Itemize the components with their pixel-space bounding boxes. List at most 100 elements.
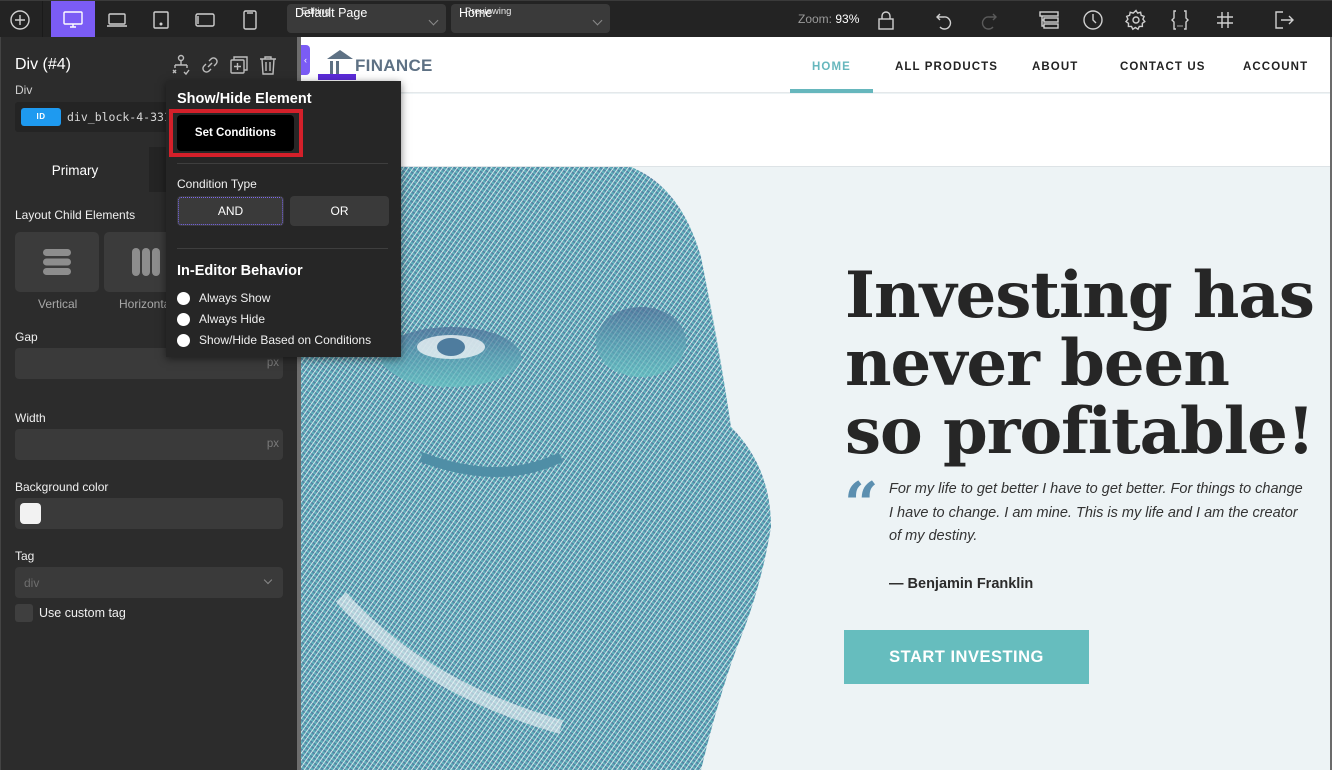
custom-tag-checkbox[interactable] bbox=[15, 604, 33, 622]
editing-page-select[interactable]: Editing Default Page bbox=[287, 4, 446, 33]
history-button[interactable] bbox=[1073, 1, 1113, 38]
previewing-label: Previewing bbox=[465, 6, 512, 17]
code-button[interactable] bbox=[1160, 1, 1200, 38]
toolbar-divider bbox=[42, 1, 43, 38]
header-spacer bbox=[301, 94, 1332, 167]
lock-button[interactable] bbox=[866, 1, 906, 38]
headline-line: so profitable! bbox=[845, 394, 1315, 469]
collapse-panel-button[interactable]: ‹ bbox=[301, 45, 310, 75]
site-logo[interactable]: FINANCE bbox=[325, 49, 433, 75]
page-canvas[interactable]: FINANCE HOME ALL PRODUCTS ABOUT CONTACT … bbox=[301, 37, 1332, 770]
tag-select[interactable]: div bbox=[15, 567, 283, 598]
link-button[interactable] bbox=[200, 54, 220, 76]
tablet-icon bbox=[153, 10, 169, 29]
monitor-icon bbox=[63, 10, 83, 28]
chevron-down-icon bbox=[263, 575, 273, 585]
condition-or-button[interactable]: OR bbox=[290, 196, 389, 226]
radio-button[interactable] bbox=[177, 312, 190, 326]
background-color-label: Background color bbox=[15, 480, 109, 494]
link-icon bbox=[202, 57, 218, 73]
bank-building-icon bbox=[327, 50, 353, 74]
show-hide-conditions-button[interactable] bbox=[171, 54, 191, 76]
settings-button[interactable] bbox=[1116, 1, 1156, 38]
settings-icon bbox=[1125, 8, 1146, 30]
quote-author: — Benjamin Franklin bbox=[889, 576, 1034, 592]
radio-label: Always Show bbox=[199, 291, 271, 305]
tab-primary[interactable]: Primary bbox=[1, 147, 149, 192]
structure-icon bbox=[172, 54, 190, 76]
history-icon bbox=[1083, 9, 1103, 30]
code-icon bbox=[1171, 9, 1189, 30]
layout-vertical-label: Vertical bbox=[38, 297, 78, 311]
phone-landscape-icon bbox=[195, 12, 215, 27]
tag-value: div bbox=[24, 576, 40, 590]
device-mobile-button[interactable] bbox=[230, 1, 270, 38]
delete-button[interactable] bbox=[258, 54, 278, 76]
element-id-field[interactable]: ID div_block-4-331 bbox=[15, 102, 175, 132]
zoom-label: Zoom: bbox=[798, 12, 833, 26]
horizontal-layout-icon bbox=[132, 248, 160, 276]
radio-always-hide[interactable]: Always Hide bbox=[177, 312, 265, 326]
headline-line: Investing has bbox=[845, 258, 1315, 333]
lock-icon bbox=[878, 10, 894, 30]
hero-quote: For my life to get better I have to get … bbox=[889, 481, 1303, 544]
nav-account[interactable]: ACCOUNT bbox=[1243, 61, 1308, 73]
tag-label: Tag bbox=[15, 549, 35, 563]
hero-headline: Investing has never been so profitable! bbox=[845, 258, 1315, 469]
radio-always-show[interactable]: Always Show bbox=[177, 291, 270, 305]
device-laptop-button[interactable] bbox=[97, 1, 137, 38]
previewing-page-select[interactable]: Previewing Home bbox=[451, 4, 610, 33]
nav-all-products[interactable]: ALL PRODUCTS bbox=[895, 61, 998, 73]
popover-title: Show/Hide Element bbox=[177, 91, 312, 107]
duplicate-button[interactable] bbox=[229, 54, 249, 76]
custom-tag-label: Use custom tag bbox=[39, 606, 126, 620]
layout-horizontal-label: Horizontal bbox=[119, 297, 174, 311]
color-swatch[interactable] bbox=[20, 503, 41, 524]
plus-circle-icon bbox=[10, 9, 30, 30]
radio-button[interactable] bbox=[177, 333, 190, 347]
nav-home[interactable]: HOME bbox=[812, 61, 851, 73]
structure-icon bbox=[1039, 10, 1059, 29]
hero-section: Investing has never been so profitable! … bbox=[301, 167, 1332, 770]
zoom-value: 93% bbox=[835, 12, 860, 26]
grid-icon bbox=[1217, 11, 1233, 28]
element-actions bbox=[171, 54, 278, 76]
add-element-button[interactable] bbox=[0, 1, 40, 38]
nav-about[interactable]: ABOUT bbox=[1032, 61, 1078, 73]
grid-button[interactable] bbox=[1205, 1, 1245, 38]
device-landscape-button[interactable] bbox=[185, 1, 225, 38]
device-desktop-button[interactable] bbox=[51, 1, 95, 38]
element-type: Div bbox=[15, 83, 33, 97]
quote-icon: “ bbox=[844, 470, 879, 540]
undo-button[interactable] bbox=[924, 1, 964, 38]
width-input[interactable]: px bbox=[15, 429, 283, 460]
phone-icon bbox=[243, 9, 257, 30]
zoom-indicator[interactable]: Zoom: 93% bbox=[798, 12, 859, 26]
start-investing-button[interactable]: START INVESTING bbox=[844, 630, 1089, 684]
radio-based-on-conditions[interactable]: Show/Hide Based on Conditions bbox=[177, 333, 371, 347]
exit-button[interactable] bbox=[1264, 1, 1304, 38]
layout-label: Layout Child Elements bbox=[15, 208, 136, 222]
set-conditions-button[interactable]: Set Conditions bbox=[177, 115, 294, 151]
nav-active-indicator bbox=[790, 89, 873, 93]
redo-button[interactable] bbox=[969, 1, 1009, 38]
background-color-field[interactable] bbox=[15, 498, 283, 529]
selected-element-tag bbox=[318, 74, 356, 80]
element-id-value: div_block-4-331 bbox=[67, 110, 171, 124]
id-badge: ID bbox=[21, 108, 61, 126]
structure-panel-button[interactable] bbox=[1029, 1, 1069, 38]
divider bbox=[177, 248, 388, 249]
width-unit: px bbox=[266, 438, 279, 450]
trash-icon bbox=[260, 56, 276, 75]
condition-and-button[interactable]: AND bbox=[177, 196, 284, 226]
gap-unit: px bbox=[266, 357, 279, 369]
divider bbox=[177, 163, 388, 164]
layout-vertical-button[interactable] bbox=[15, 232, 99, 292]
nav-contact-us[interactable]: CONTACT US bbox=[1120, 61, 1206, 73]
device-tablet-button[interactable] bbox=[141, 1, 181, 38]
laptop-icon bbox=[107, 12, 127, 27]
editing-label: Editing bbox=[301, 6, 331, 17]
radio-button[interactable] bbox=[177, 291, 190, 305]
vertical-layout-icon bbox=[43, 249, 71, 275]
undo-icon bbox=[936, 13, 952, 30]
